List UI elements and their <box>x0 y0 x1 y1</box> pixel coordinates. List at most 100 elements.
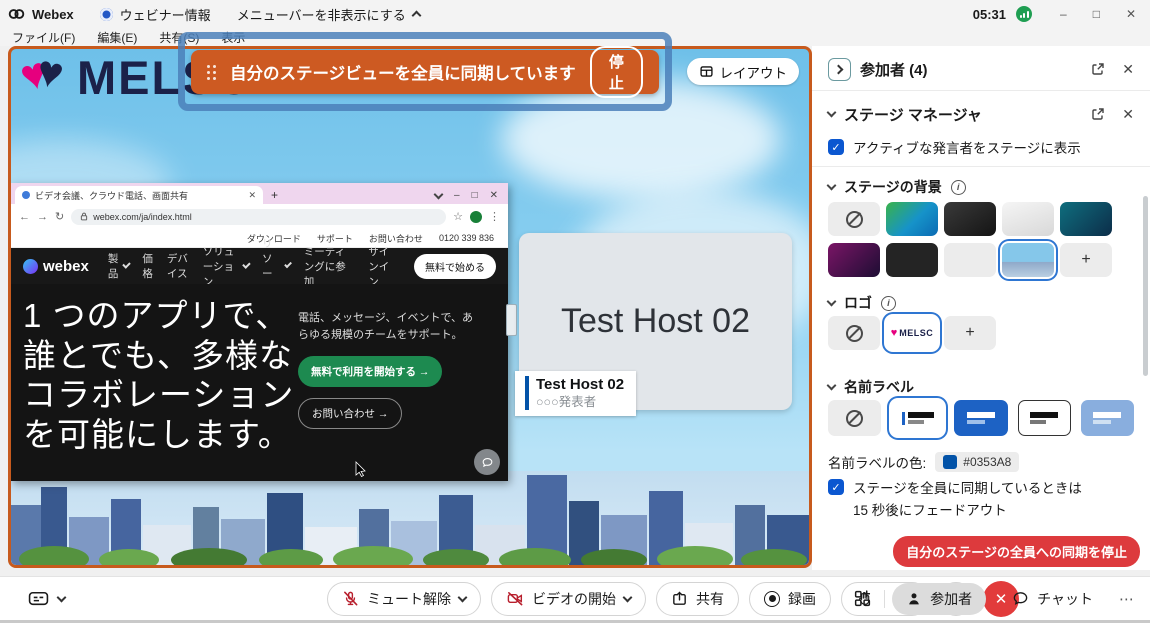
none-icon <box>846 410 863 427</box>
participants-close-icon[interactable]: ✕ <box>1122 61 1134 78</box>
webinar-info-label: ウェビナー情報 <box>120 5 211 24</box>
label-color-picker[interactable]: #0353A8 <box>935 452 1019 472</box>
chevron-down-icon <box>623 592 633 602</box>
share-button[interactable]: 共有 <box>656 582 739 616</box>
control-bar: ミュート解除 ビデオの開始 共有 録画 <box>0 576 1150 620</box>
bg-thumb-purple[interactable] <box>828 243 880 277</box>
captions-icon[interactable] <box>28 590 49 607</box>
new-tab-icon: + <box>271 188 278 202</box>
shared-screen[interactable]: ビデオ会議、クラウド電話、画面共有 ✕ + – □ ✕ ← → ↻ <box>11 183 508 481</box>
browser-maximize-icon: □ <box>472 190 478 201</box>
menu-view[interactable]: 表示 <box>221 29 245 46</box>
bg-thumb-gray[interactable] <box>944 243 996 277</box>
color-swatch <box>943 455 957 469</box>
menu-file[interactable]: ファイル(F) <box>12 29 75 46</box>
filmstrip-handle[interactable] <box>506 304 517 336</box>
logo-thumb-none[interactable] <box>828 316 880 350</box>
label-style-4[interactable] <box>1081 400 1134 436</box>
share-label: 共有 <box>696 589 724 609</box>
hide-menubar-button[interactable]: メニューバーを非表示にする <box>237 5 420 24</box>
more-panels-icon[interactable]: ⋯ <box>1119 590 1134 608</box>
bg-thumb-none[interactable] <box>828 202 880 236</box>
address-bar: webex.com/ja/index.html <box>71 209 446 225</box>
logo-section-title: ロゴ <box>844 293 872 313</box>
chevron-up-icon <box>411 11 421 21</box>
bg-thumb-add[interactable]: + <box>1060 243 1112 277</box>
sync-stop-button[interactable]: 停止 <box>590 46 643 98</box>
video-tile-name: Test Host 02 <box>561 302 750 341</box>
tab-title: ビデオ会議、クラウド電話、画面共有 <box>35 189 243 202</box>
participants-icon <box>906 591 922 607</box>
label-style-none[interactable] <box>828 400 881 436</box>
none-icon <box>846 325 863 342</box>
webinar-info-button[interactable]: ウェビナー情報 <box>100 5 211 24</box>
connection-indicator[interactable] <box>1016 6 1032 22</box>
label-color-label: 名前ラベルの色: <box>828 452 926 472</box>
none-icon <box>846 211 863 228</box>
bg-thumb-black[interactable] <box>944 202 996 236</box>
name-label-name: Test Host 02 <box>536 376 624 395</box>
label-style-2[interactable] <box>954 400 1007 436</box>
participants-panel-title: 参加者 (4) <box>860 59 928 80</box>
back-icon: ← <box>19 211 30 223</box>
lock-icon <box>80 212 88 221</box>
bg-thumb-light[interactable] <box>1002 202 1054 236</box>
participants-toggle-button[interactable]: 参加者 <box>892 583 986 615</box>
panel-scrollbar[interactable] <box>1143 196 1148 376</box>
popout-icon[interactable] <box>1091 62 1105 76</box>
browser-close-icon: ✕ <box>490 190 498 201</box>
browser-minimize-icon: – <box>454 190 460 201</box>
profile-avatar <box>470 211 482 223</box>
minimize-button[interactable]: – <box>1060 7 1067 21</box>
unmute-label: ミュート解除 <box>367 589 451 609</box>
mic-muted-icon <box>342 590 359 607</box>
unmute-button[interactable]: ミュート解除 <box>327 582 481 616</box>
namelabel-section-title: 名前ラベル <box>844 377 914 397</box>
label-style-3[interactable] <box>1018 400 1071 436</box>
panel-collapse-button[interactable] <box>828 58 851 81</box>
bg-thumb-dark[interactable] <box>886 243 938 277</box>
chat-toggle-button[interactable]: チャット <box>1006 588 1099 610</box>
bg-thumb-city-selected[interactable] <box>1002 243 1054 277</box>
menubar: ファイル(F) 編集(E) 共有(S) 表示 <box>0 28 1150 46</box>
info-icon[interactable]: i <box>951 180 966 195</box>
hide-menubar-label: メニューバーを非表示にする <box>237 5 406 24</box>
star-icon: ☆ <box>453 210 463 223</box>
active-speaker-checkbox[interactable]: ✓ <box>828 139 844 155</box>
chevron-down-icon[interactable] <box>827 297 837 307</box>
site-top-links: ダウンロード サポート お問い合わせ 0120 339 836 <box>11 229 508 248</box>
logo-thumb-add[interactable]: + <box>944 316 996 350</box>
favicon <box>22 191 30 199</box>
nav-products: 製品 <box>108 251 130 281</box>
popout-icon[interactable] <box>1091 107 1105 121</box>
bg-thumb-green-blue[interactable] <box>886 202 938 236</box>
label-style-1-selected[interactable] <box>891 400 944 436</box>
record-button[interactable]: 録画 <box>749 582 831 616</box>
site-logo-icon <box>23 259 38 274</box>
logo-thumb-melsc-selected[interactable]: ♥ MELSC <box>886 316 938 350</box>
fadeout-checkbox[interactable]: ✓ <box>828 479 844 495</box>
start-video-button[interactable]: ビデオの開始 <box>491 582 646 616</box>
menu-edit[interactable]: 編集(E) <box>97 29 137 46</box>
apps-icon[interactable] <box>853 589 872 608</box>
info-icon[interactable]: i <box>881 296 896 311</box>
forward-icon: → <box>37 211 48 223</box>
chevron-down-icon[interactable] <box>827 108 837 118</box>
chevron-down-icon[interactable] <box>57 592 67 602</box>
chevron-down-icon[interactable] <box>827 181 837 191</box>
stage-manager-close-icon[interactable]: ✕ <box>1122 106 1134 123</box>
layout-button[interactable]: レイアウト <box>687 58 800 85</box>
stop-sync-all-button[interactable]: 自分のステージの全員への同期を停止 <box>893 536 1140 567</box>
nav-solutions: ソリューション <box>203 244 249 289</box>
site-navbar: webex 製品 価格 デバイス ソリューション リソース ミーティングに参加 … <box>11 248 508 284</box>
sync-banner[interactable]: 自分のステージビューを全員に同期しています 停止 <box>191 50 659 94</box>
nav-devices: デバイス <box>167 251 190 281</box>
bg-thumb-teal[interactable] <box>1060 202 1112 236</box>
close-button[interactable]: ✕ <box>1126 7 1136 21</box>
maximize-button[interactable]: □ <box>1093 7 1100 21</box>
menu-share[interactable]: 共有(S) <box>159 29 199 46</box>
app-name: Webex <box>32 7 74 22</box>
logo-thumb-text: MELSC <box>899 328 933 338</box>
chevron-down-icon[interactable] <box>827 381 837 391</box>
drag-handle-icon[interactable] <box>207 65 216 80</box>
